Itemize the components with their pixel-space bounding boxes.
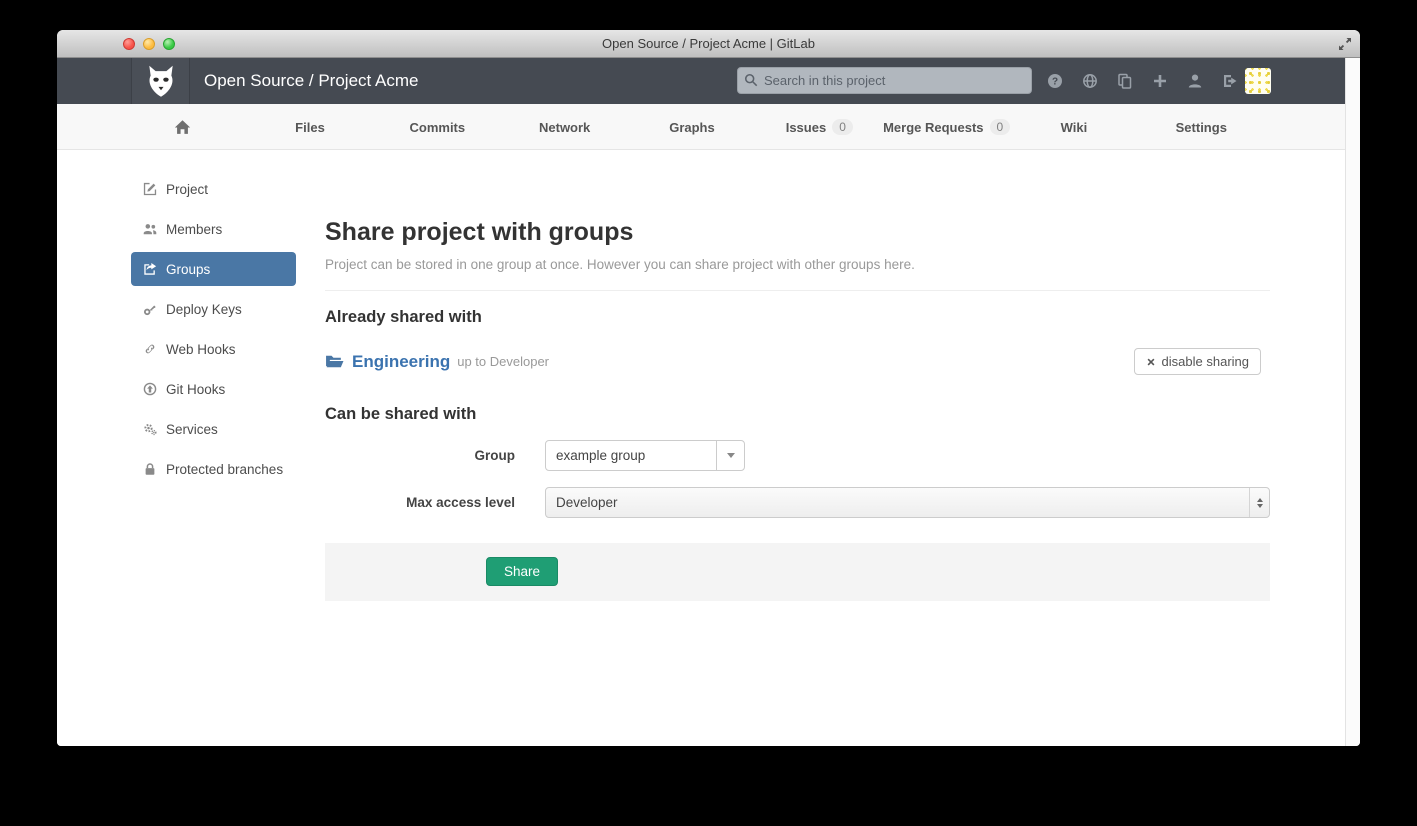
page-subtitle: Project can be stored in one group at on… bbox=[325, 257, 1270, 272]
fullscreen-icon[interactable] bbox=[1336, 35, 1354, 53]
shared-group-row: Engineering up to Developer disable shar… bbox=[325, 348, 1270, 375]
sidebar-item-git-hooks[interactable]: Git Hooks bbox=[131, 372, 296, 406]
shared-access-note: up to Developer bbox=[457, 354, 549, 369]
project-nav: Files Commits Network Graphs Issues 0 Me… bbox=[57, 104, 1345, 150]
max-access-level-value: Developer bbox=[546, 495, 1249, 510]
content-area: Project Members Groups bbox=[57, 150, 1345, 746]
gears-icon bbox=[143, 422, 157, 436]
settings-sidebar: Project Members Groups bbox=[131, 172, 296, 492]
plus-icon[interactable] bbox=[1152, 73, 1168, 89]
sign-out-icon[interactable] bbox=[1222, 73, 1238, 89]
link-icon bbox=[143, 342, 157, 356]
nav-item-graphs[interactable]: Graphs bbox=[628, 104, 755, 150]
sidebar-item-members[interactable]: Members bbox=[131, 212, 296, 246]
nav-item-home[interactable] bbox=[119, 104, 246, 150]
window-titlebar: Open Source / Project Acme | GitLab bbox=[57, 30, 1360, 58]
merge-requests-count-badge: 0 bbox=[990, 119, 1011, 135]
scrollbar-track[interactable] bbox=[1345, 58, 1360, 746]
already-shared-heading: Already shared with bbox=[325, 308, 1270, 327]
group-select-value: example group bbox=[546, 448, 716, 463]
circle-arrow-up-icon bbox=[143, 382, 157, 396]
share-button[interactable]: Share bbox=[486, 557, 558, 586]
desktop: Open Source / Project Acme | GitLab Open… bbox=[0, 0, 1417, 826]
home-icon bbox=[174, 119, 191, 136]
disable-sharing-button[interactable]: disable sharing bbox=[1134, 348, 1261, 375]
nav-item-files[interactable]: Files bbox=[246, 104, 373, 150]
access-level-form-row: Max access level Developer bbox=[325, 487, 1270, 518]
gitlab-logo[interactable] bbox=[131, 58, 190, 104]
window-title: Open Source / Project Acme | GitLab bbox=[57, 30, 1360, 58]
max-access-level-select[interactable]: Developer bbox=[545, 487, 1270, 518]
x-icon bbox=[1146, 357, 1156, 367]
share-icon bbox=[143, 262, 157, 276]
main-panel: Share project with groups Project can be… bbox=[325, 150, 1270, 601]
nav-item-commits[interactable]: Commits bbox=[374, 104, 501, 150]
svg-text:?: ? bbox=[1052, 77, 1058, 88]
nav-item-wiki[interactable]: Wiki bbox=[1010, 104, 1137, 150]
group-select-arrow bbox=[716, 441, 744, 470]
chevron-down-icon bbox=[727, 453, 735, 458]
select-updown-arrows-icon bbox=[1249, 488, 1269, 517]
project-breadcrumb-title: Open Source / Project Acme bbox=[204, 58, 419, 104]
folder-open-icon bbox=[325, 353, 344, 370]
sidebar-item-web-hooks[interactable]: Web Hooks bbox=[131, 332, 296, 366]
users-icon bbox=[143, 222, 157, 236]
sidebar-item-services[interactable]: Services bbox=[131, 412, 296, 446]
nav-item-network[interactable]: Network bbox=[501, 104, 628, 150]
search-icon bbox=[744, 73, 758, 87]
group-form-row: Group example group bbox=[325, 440, 1270, 471]
sidebar-item-groups[interactable]: Groups bbox=[131, 252, 296, 286]
globe-icon[interactable] bbox=[1082, 73, 1098, 89]
user-avatar[interactable] bbox=[1245, 68, 1271, 94]
group-label: Group bbox=[325, 448, 515, 463]
form-actions: Share bbox=[325, 543, 1270, 601]
issues-count-badge: 0 bbox=[832, 119, 853, 135]
gitlab-fox-logo-icon bbox=[143, 63, 179, 99]
divider bbox=[325, 290, 1270, 291]
shared-group-link[interactable]: Engineering bbox=[352, 352, 450, 372]
search-input[interactable] bbox=[737, 67, 1032, 94]
page-title: Share project with groups bbox=[325, 218, 1270, 247]
nav-item-issues[interactable]: Issues 0 bbox=[756, 104, 883, 150]
pencil-square-icon bbox=[143, 182, 157, 196]
lock-icon bbox=[143, 462, 157, 476]
app-window: Open Source / Project Acme | GitLab Open… bbox=[57, 30, 1360, 746]
nav-item-merge-requests[interactable]: Merge Requests 0 bbox=[883, 104, 1010, 150]
sidebar-item-project[interactable]: Project bbox=[131, 172, 296, 206]
max-access-level-label: Max access level bbox=[325, 495, 515, 510]
sidebar-item-deploy-keys[interactable]: Deploy Keys bbox=[131, 292, 296, 326]
header-icon-bar: ? bbox=[1047, 58, 1238, 104]
key-icon bbox=[143, 302, 157, 316]
can-be-shared-heading: Can be shared with bbox=[325, 405, 1270, 424]
sidebar-item-protected-branches[interactable]: Protected branches bbox=[131, 452, 296, 486]
group-select[interactable]: example group bbox=[545, 440, 745, 471]
user-icon[interactable] bbox=[1187, 73, 1203, 89]
copy-icon[interactable] bbox=[1117, 73, 1133, 89]
app-header: Open Source / Project Acme ? bbox=[57, 58, 1360, 104]
help-icon[interactable]: ? bbox=[1047, 73, 1063, 89]
nav-item-settings[interactable]: Settings bbox=[1138, 104, 1265, 150]
search-box bbox=[737, 67, 1032, 94]
